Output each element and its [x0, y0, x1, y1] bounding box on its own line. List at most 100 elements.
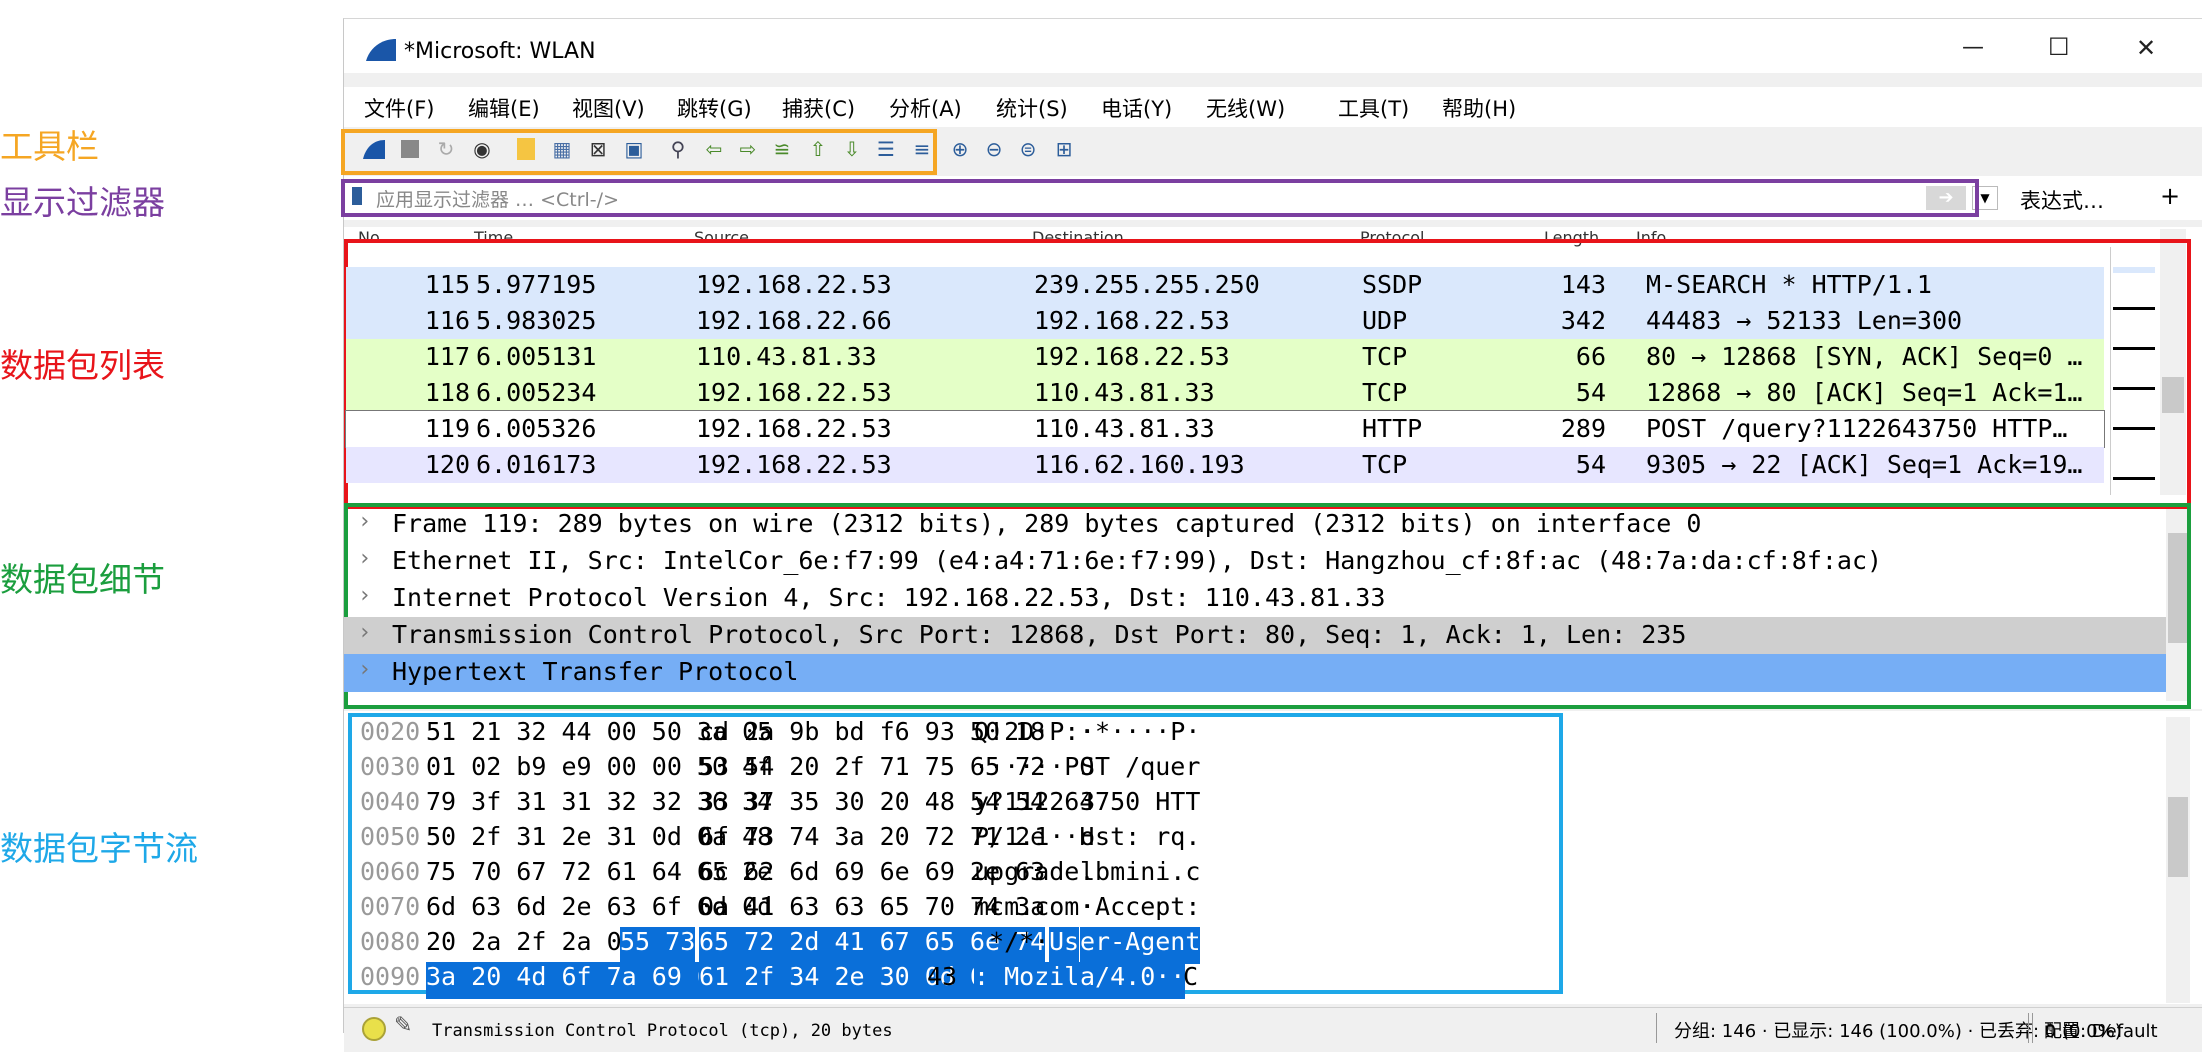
detail-tree-item[interactable]: › Transmission Control Protocol, Src Port…: [344, 617, 2166, 655]
detail-tree-item[interactable]: › Ethernet II, Src: IntelCor_6e:f7:99 (e4…: [344, 543, 2166, 581]
packet-cell-length: 143: [1560, 270, 1606, 299]
ascii-bytes: Q!2D·P:·: [974, 717, 1095, 746]
byte-offset: 0020: [360, 717, 421, 746]
zoom-out-icon[interactable]: ⊖: [982, 137, 1006, 161]
detail-tree-item[interactable]: › Frame 119: 289 bytes on wire (2312 bits…: [344, 506, 2166, 544]
annotation-display-filter: 显示过滤器: [0, 183, 165, 222]
wireshark-fin-icon: [366, 39, 396, 61]
annotation-packet-bytes: 数据包字节流: [0, 829, 198, 868]
detail-tree-label: Frame 119: 289 bytes on wire (2312 bits)…: [392, 509, 1702, 538]
resize-columns-icon[interactable]: ⊞: [1052, 137, 1076, 161]
packet-cell-no: 120: [424, 450, 470, 479]
packet-row[interactable]: 119 6.005326 192.168.22.53 110.43.81.33 HTTP…: [345, 410, 2105, 448]
detail-tree-item[interactable]: › Hypertext Transfer Protocol: [344, 654, 2166, 692]
byte-offset: 0050: [360, 822, 421, 851]
packet-cell-destination: 192.168.22.53: [1034, 306, 1230, 335]
packet-cell-info: 44483 → 52133 Len=300: [1646, 306, 1963, 335]
packet-cell-no: 116: [424, 306, 470, 335]
byte-offset: 0070: [360, 892, 421, 921]
packet-cell-info: 12868 → 80 [ACK] Seq=1 Ack=1…: [1646, 378, 2083, 407]
expand-chevron-icon[interactable]: ›: [358, 546, 371, 571]
maximize-button[interactable]: ☐: [2048, 33, 2070, 61]
packet-row[interactable]: 120 6.016173 192.168.22.53 116.62.160.193 TC…: [346, 447, 2104, 483]
packet-row[interactable]: 117 6.005131 110.43.81.33 192.168.22.53 TCP 6…: [346, 339, 2104, 375]
packet-cell-destination: 110.43.81.33: [1034, 378, 1215, 407]
detail-tree-label: Transmission Control Protocol, Src Port:…: [392, 620, 1687, 649]
packet-cell-time: 5.977195: [476, 270, 597, 299]
ascii-bytes: P/1.1··H: [974, 822, 1095, 851]
menu-edit[interactable]: 编辑(E): [468, 93, 540, 123]
menu-go[interactable]: 跳转(G): [677, 93, 752, 123]
ascii-bytes: ······PO: [974, 752, 1095, 781]
ascii-bytes: ·Accept:: [1080, 892, 1201, 921]
title-bar: *Microsoft: WLAN — ☐ ✕: [344, 19, 2202, 73]
close-button[interactable]: ✕: [2136, 34, 2156, 62]
hex-bytes-selected: 55 73: [620, 927, 696, 964]
annotation-packet-list: 数据包列表: [0, 346, 165, 385]
expand-chevron-icon[interactable]: ›: [358, 657, 371, 682]
detail-tree-label: Internet Protocol Version 4, Src: 192.16…: [392, 583, 1386, 612]
ascii-bytes: ST /quer: [1080, 752, 1201, 781]
capture-comment-icon[interactable]: ✎: [394, 1013, 412, 1038]
packet-cell-source: 192.168.22.66: [696, 306, 892, 335]
packet-cell-time: 6.005131: [476, 342, 597, 371]
byte-offset: 0080: [360, 927, 421, 956]
byte-offset: 0030: [360, 752, 421, 781]
bytes-scrollbar[interactable]: [2166, 717, 2190, 1003]
ascii-bytes: mcm.com·: [974, 892, 1095, 921]
expand-chevron-icon[interactable]: ›: [358, 620, 371, 645]
packet-cell-destination: 116.62.160.193: [1034, 450, 1245, 479]
window-title: *Microsoft: WLAN: [404, 39, 596, 64]
annotation-toolbar: 工具栏: [0, 127, 99, 166]
menu-analyze[interactable]: 分析(A): [889, 93, 962, 123]
packet-cell-destination: 110.43.81.33: [1034, 414, 1215, 443]
packet-row[interactable]: 116 5.983025 192.168.22.66 192.168.22.53 UDP…: [346, 303, 2104, 339]
menu-wireless[interactable]: 无线(W): [1206, 93, 1285, 123]
packet-cell-no: 117: [424, 342, 470, 371]
menu-capture[interactable]: 捕获(C): [782, 93, 855, 123]
packet-cell-destination: 239.255.255.250: [1034, 270, 1260, 299]
ascii-bytes-selected: Us: [1049, 927, 1080, 964]
filter-highlight-box: [341, 179, 1979, 217]
ascii-bytes: ·*····P·: [1080, 717, 1201, 746]
packet-cell-time: 6.005234: [476, 378, 597, 407]
zoom-in-icon[interactable]: ⊕: [948, 137, 972, 161]
menu-statistics[interactable]: 统计(S): [996, 93, 1068, 123]
expression-button[interactable]: 表达式…: [2020, 185, 2104, 215]
packet-row[interactable]: 118 6.005234 192.168.22.53 110.43.81.33 TCP 5…: [346, 375, 2104, 411]
add-filter-button[interactable]: +: [2160, 182, 2180, 210]
detail-tree-item[interactable]: › Internet Protocol Version 4, Src: 192.1…: [344, 580, 2166, 618]
packet-cell-length: 342: [1560, 306, 1606, 335]
expert-info-icon[interactable]: [362, 1017, 386, 1041]
byte-offset: 0090: [360, 962, 421, 991]
packet-cell-info: POST /query?1122643750 HTTP…: [1646, 414, 2068, 443]
ascii-bytes: upgrade.: [974, 857, 1095, 886]
packet-cell-length: 54: [1575, 450, 1606, 479]
menu-tools[interactable]: 工具(T): [1338, 93, 1409, 123]
minimize-button[interactable]: —: [1962, 35, 1984, 60]
menu-telephony[interactable]: 电话(Y): [1101, 93, 1172, 123]
packet-cell-source: 110.43.81.33: [696, 342, 877, 371]
ascii-bytes: 3750 HTT: [1080, 787, 1201, 816]
menu-file[interactable]: 文件(F): [364, 93, 434, 123]
ascii-bytes: ost: rq.: [1080, 822, 1201, 851]
expand-chevron-icon[interactable]: ›: [358, 509, 371, 534]
packet-row[interactable]: 115 5.977195 192.168.22.53 239.255.255.250 S…: [346, 267, 2104, 303]
packet-cell-no: 115: [424, 270, 470, 299]
status-profile[interactable]: 配置: Default: [2044, 1017, 2158, 1043]
annotation-packet-details: 数据包细节: [0, 560, 165, 599]
packet-cell-source: 192.168.22.53: [696, 450, 892, 479]
toolbar-highlight-box: [341, 129, 937, 175]
detail-tree-label: Ethernet II, Src: IntelCor_6e:f7:99 (e4:…: [392, 546, 1883, 575]
ascii-bytes-selected: : Mozill: [974, 962, 1095, 999]
ascii-bytes-selected: a/4.0··: [1080, 962, 1186, 999]
normal-size-icon[interactable]: ⊜: [1016, 137, 1040, 161]
ascii-bytes: lbmini.c: [1080, 857, 1201, 886]
packet-cell-length: 289: [1560, 414, 1606, 443]
menu-view[interactable]: 视图(V): [572, 93, 645, 123]
expand-chevron-icon[interactable]: ›: [358, 583, 371, 608]
packet-cell-destination: 192.168.22.53: [1034, 342, 1230, 371]
packet-cell-source: 192.168.22.53: [696, 270, 892, 299]
packet-cell-protocol: TCP: [1362, 342, 1408, 371]
menu-help[interactable]: 帮助(H): [1442, 93, 1516, 123]
